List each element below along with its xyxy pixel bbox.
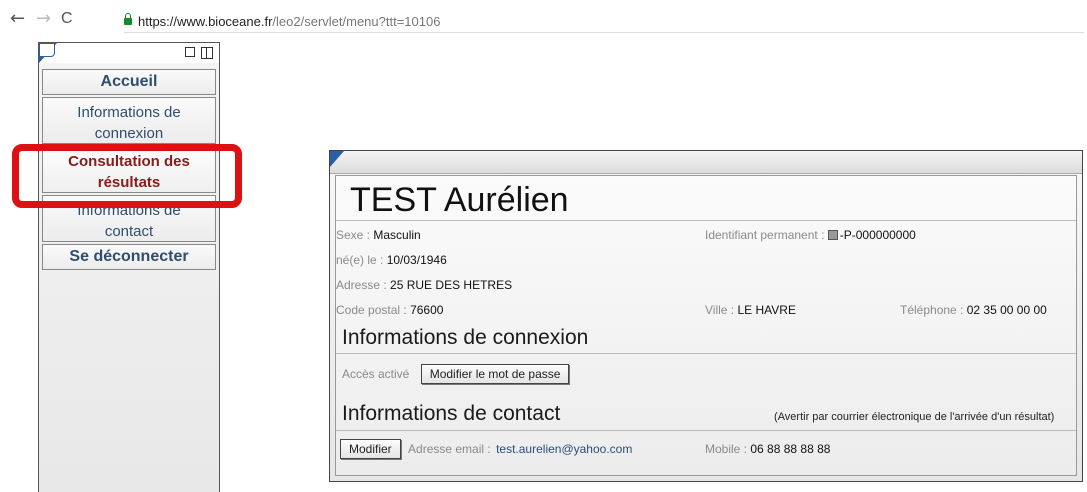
adresse-value: 25 RUE DES HETRES [390, 278, 513, 292]
sidebar-item-accueil[interactable]: Accueil [42, 69, 216, 95]
telephone-row: Téléphone : 02 35 00 00 00 [900, 302, 1047, 318]
identifiant-row: Identifiant permanent : -P-000000000 [705, 227, 916, 243]
sidebar-header [39, 43, 219, 63]
split-view-icon[interactable] [201, 47, 213, 59]
divider [336, 353, 1076, 354]
patient-name: TEST Aurélien [350, 181, 569, 219]
mobile-row: Mobile : 06 88 88 88 88 [705, 441, 830, 457]
url-path: /leo2/servlet/menu?ttt=10106 [272, 14, 441, 29]
back-arrow-icon[interactable]: ← [10, 10, 25, 28]
adresse-row: Adresse : 25 RUE DES HETRES [336, 277, 512, 293]
sidebar-tab-icon [39, 43, 55, 57]
telephone-label: Téléphone : [900, 303, 964, 317]
modify-password-button[interactable]: Modifier le mot de passe [420, 364, 570, 384]
sexe-row: Sexe : Masculin [336, 227, 421, 243]
panel-corner-icon [330, 151, 344, 167]
adresse-label: Adresse : [336, 278, 387, 292]
forward-arrow-icon[interactable]: → [36, 10, 51, 28]
telephone-value: 02 35 00 00 00 [966, 303, 1047, 317]
url-host: https://www.bioceane.fr [138, 14, 273, 29]
panel-header [330, 151, 1082, 174]
identifiant-label: Identifiant permanent : [705, 228, 825, 242]
email-value[interactable]: test.aurelien@yahoo.com [496, 442, 632, 456]
patient-panel: TEST Aurélien Sexe : Masculin Identifian… [329, 150, 1083, 482]
reload-icon[interactable]: C [61, 10, 73, 28]
panel-content: TEST Aurélien Sexe : Masculin Identifian… [335, 175, 1077, 476]
sidebar-item-se-deconnecter[interactable]: Se déconnecter [42, 244, 216, 270]
sidebar-menu: Accueil Informations de connexion Consul… [38, 42, 220, 492]
mobile-label: Mobile : [705, 442, 748, 456]
divider [336, 220, 1076, 221]
acces-row: Accès activé Modifier le mot de passe [342, 364, 570, 384]
code-postal-row: Code postal : 76600 [336, 302, 443, 318]
ville-row: Ville : LE HAVRE [705, 302, 796, 318]
lock-icon [124, 13, 132, 25]
connexion-section-title: Informations de connexion [342, 326, 589, 349]
address-bar[interactable]: https://www.bioceane.fr/leo2/servlet/men… [124, 12, 1084, 33]
dob-row: né(e) le : 10/03/1946 [336, 252, 447, 268]
identifiant-square-icon [827, 230, 838, 240]
ville-value: LE HAVRE [737, 303, 796, 317]
contact-section-title: Informations de contact [342, 402, 561, 425]
ville-label: Ville : [705, 303, 735, 317]
dob-label: né(e) le : [336, 253, 384, 267]
identifiant-value: -P-000000000 [839, 228, 916, 242]
dob-value: 10/03/1946 [386, 253, 447, 267]
email-label: Adresse email : [408, 442, 491, 456]
modify-contact-button[interactable]: Modifier [340, 439, 401, 459]
highlight-annotation [12, 144, 242, 208]
browser-toolbar: ← → C https://www.bioceane.fr/leo2/servl… [0, 0, 1087, 40]
mobile-value: 06 88 88 88 88 [750, 442, 831, 456]
sexe-value: Masculin [373, 228, 421, 242]
acces-status: Accès activé [342, 367, 410, 381]
code-postal-value: 76600 [410, 303, 444, 317]
sexe-label: Sexe : [336, 228, 371, 242]
notify-text: (Avertir par courrier électronique de l'… [774, 411, 1055, 423]
divider [336, 430, 1076, 431]
sidebar-item-informations-connexion[interactable]: Informations de connexion [42, 97, 216, 144]
code-postal-label: Code postal : [336, 303, 407, 317]
minimize-icon[interactable] [185, 47, 195, 57]
contact-row: Modifier Adresse email : test.aurelien@y… [340, 439, 632, 459]
